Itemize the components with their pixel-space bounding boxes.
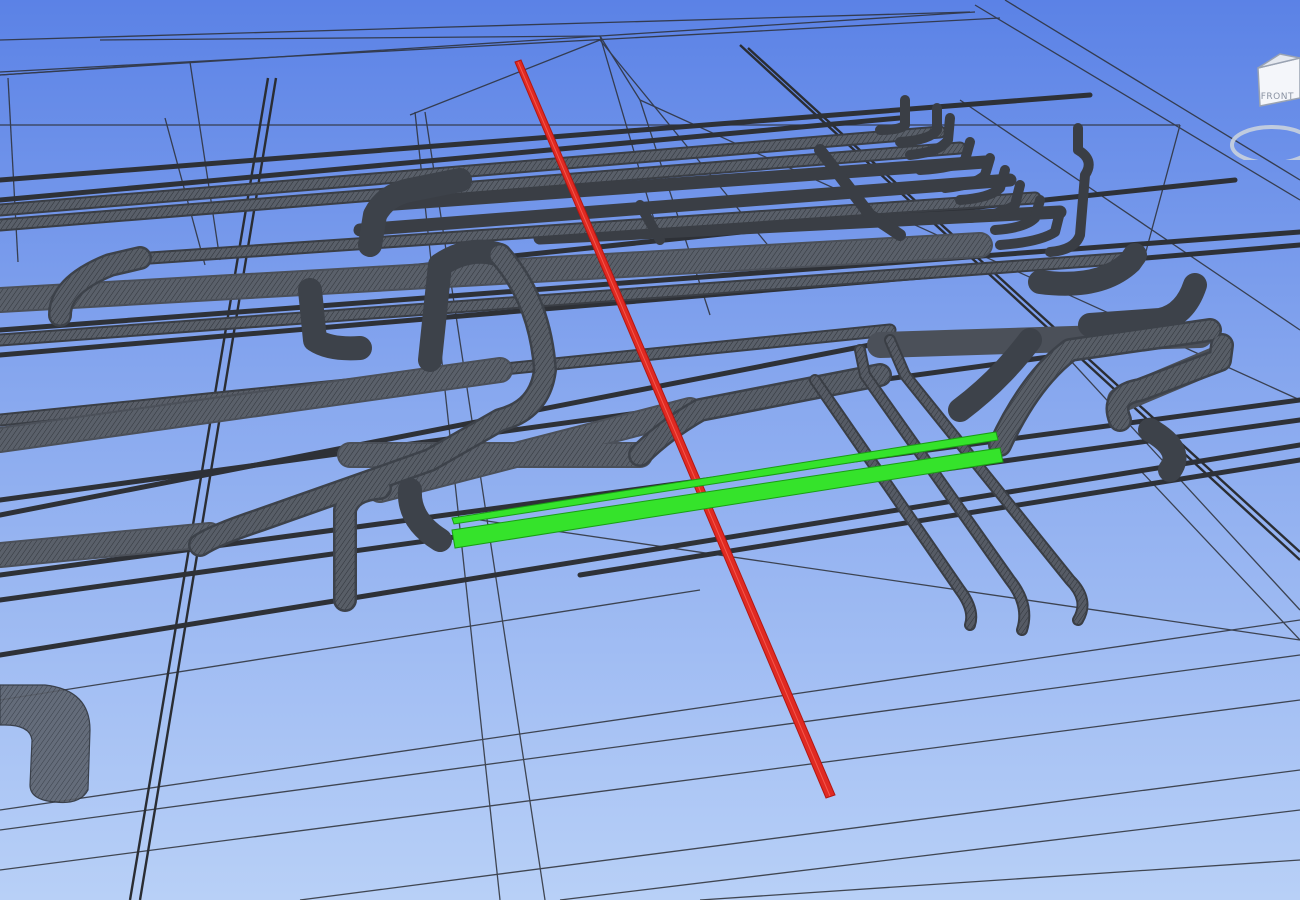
grid-line (699, 859, 1300, 900)
duct-elbow-bottom-left (0, 684, 91, 804)
grid-line (0, 699, 1300, 871)
viewcube-face-label[interactable]: FRONT (1261, 92, 1294, 102)
grid-line (0, 654, 1300, 831)
grid-line (409, 39, 601, 116)
grid-line (0, 61, 191, 76)
grid-line (7, 77, 19, 263)
grid-line (1139, 469, 1300, 641)
grid-line (0, 619, 1300, 811)
model-scene[interactable] (0, 0, 1300, 900)
orbit-ring-icon (1230, 125, 1300, 160)
grid-line (1069, 359, 1300, 611)
grid-line (599, 11, 976, 37)
grid-line (599, 35, 641, 101)
grid-line (0, 11, 971, 41)
3d-viewport[interactable]: FRONT (0, 0, 1300, 900)
grid-line (559, 809, 1300, 900)
duct-elbow-mesh (1108, 335, 1232, 430)
duct-elbow (1078, 273, 1207, 337)
pipe-bend (875, 95, 910, 135)
grid-line (299, 769, 1300, 900)
grid-line (479, 519, 1300, 641)
grid-line (99, 35, 601, 41)
